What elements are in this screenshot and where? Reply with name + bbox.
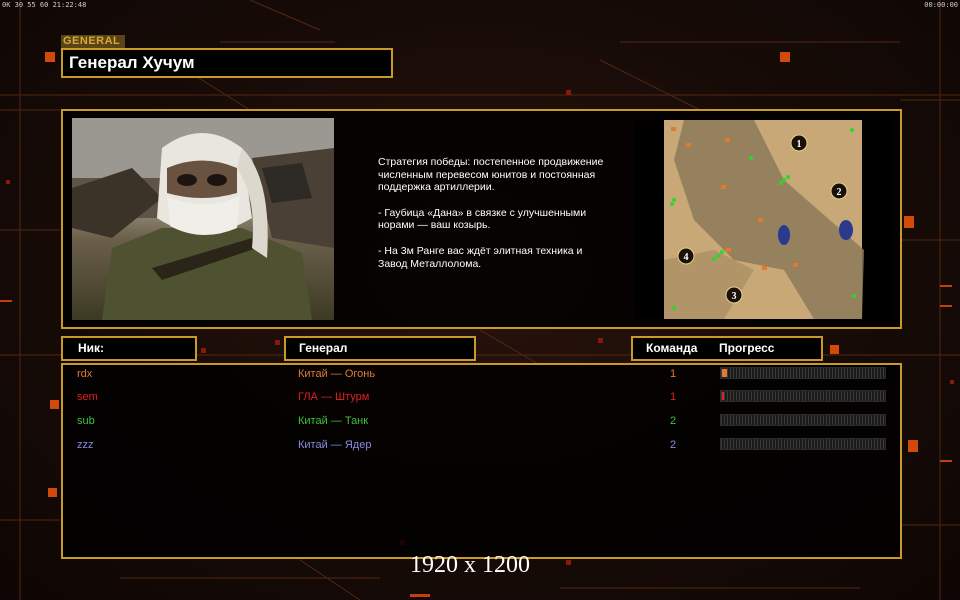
player-general: Китай — Танк <box>298 415 369 427</box>
general-name-title: Генерал Хучум <box>61 48 393 78</box>
hud-clock: 00:00:00 <box>924 1 958 9</box>
column-header-general: Генерал <box>284 336 476 361</box>
player-general: Китай — Ядер <box>298 439 372 451</box>
hud-status-left: 0K 30 55 60 21:22:48 <box>2 1 87 9</box>
strategy-description: Стратегия победы: постепенное продвижени… <box>378 156 608 283</box>
player-progress-bar <box>720 414 886 426</box>
general-portrait <box>72 118 334 320</box>
column-header-team-progress: Команда Прогресс <box>631 336 823 361</box>
start-position-label: 2 <box>837 187 842 198</box>
start-position-label: 1 <box>797 139 802 150</box>
player-team: 2 <box>670 415 677 427</box>
player-nick: zzz <box>77 439 94 451</box>
player-progress-bar <box>720 438 886 450</box>
player-progress-fill <box>722 392 724 400</box>
start-position-label: 3 <box>732 291 737 302</box>
minimap[interactable]: 1 2 3 4 <box>634 120 891 319</box>
player-nick: sub <box>77 415 95 427</box>
player-nick: sem <box>77 391 98 403</box>
player-general: Китай — Огонь <box>298 368 376 380</box>
player-team: 2 <box>670 439 677 451</box>
strategy-paragraph: Стратегия победы: постепенное продвижени… <box>378 156 604 194</box>
column-header-nick: Ник: <box>61 336 197 361</box>
player-progress-bar <box>720 390 886 402</box>
resolution-label: 1920 x 1200 <box>410 552 530 578</box>
strategy-tip: - Гаубица «Дана» в связке с улучшенными … <box>378 206 587 232</box>
player-progress-bar <box>720 367 886 379</box>
player-team: 1 <box>670 391 677 403</box>
column-header-team: Команда <box>646 341 698 355</box>
strategy-tip: - На 3м Ранге вас ждёт элитная техника и… <box>378 244 583 270</box>
column-header-progress: Прогресс <box>719 341 775 355</box>
general-tag: GENERAL <box>61 35 125 48</box>
player-general: ГЛА — Штурм <box>298 391 370 403</box>
player-progress-fill <box>722 369 727 377</box>
player-team: 1 <box>670 368 677 380</box>
start-position-label: 4 <box>684 252 689 263</box>
player-nick: rdx <box>77 368 93 380</box>
